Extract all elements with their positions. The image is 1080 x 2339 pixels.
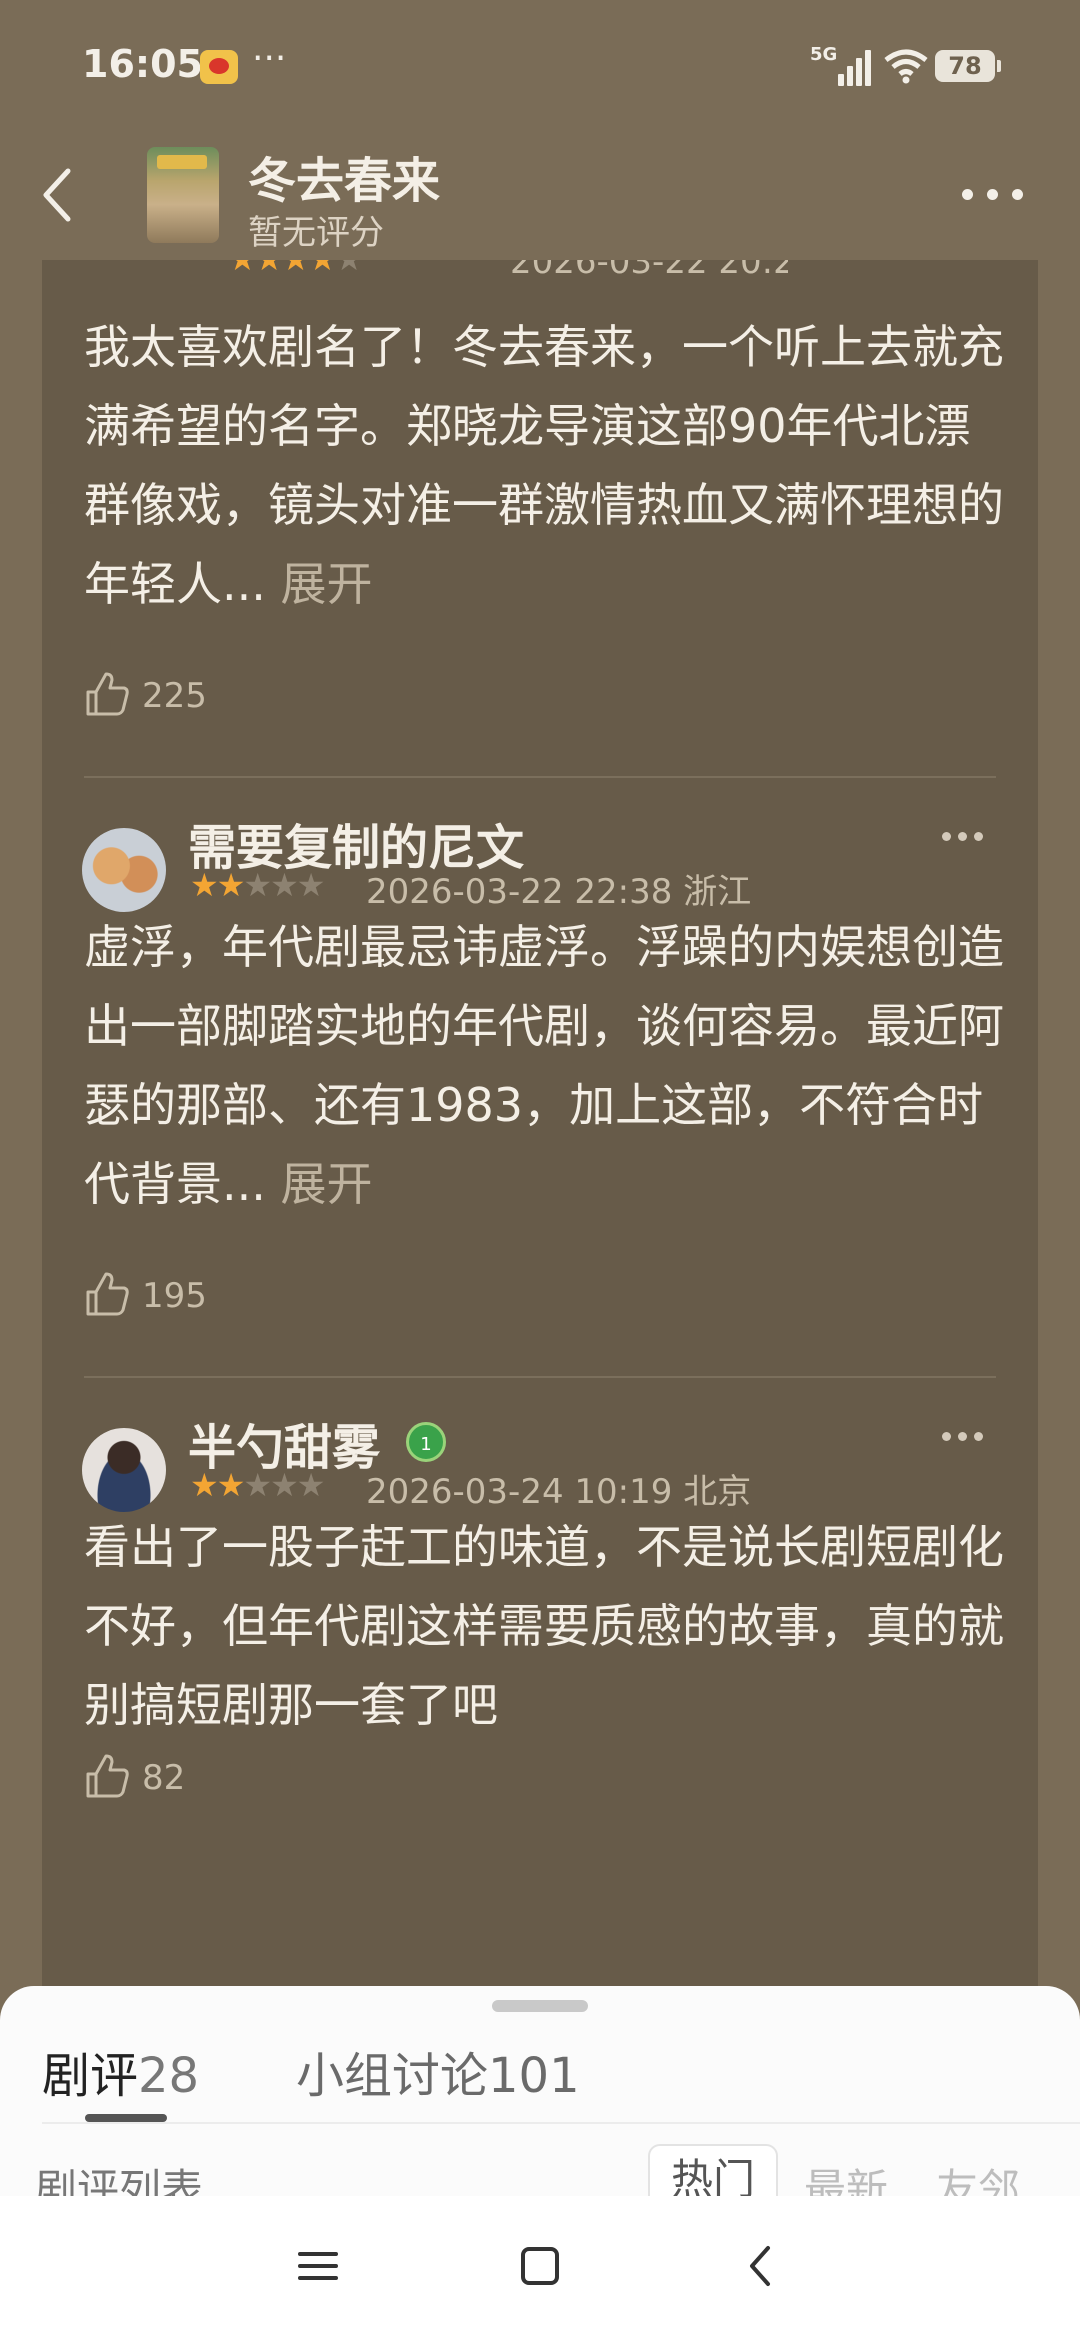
review-list: ★★★★★ 2026-03-22 20:20 广东 我太喜欢剧名了！冬去春来，一… (42, 258, 1038, 1998)
home-icon[interactable] (510, 2236, 570, 2296)
review-meta: 2026-03-24 10:19 北京 (366, 1472, 752, 1512)
menu-icon[interactable] (288, 2236, 348, 2296)
weibo-icon (200, 50, 238, 84)
review-content[interactable]: 我太喜欢剧名了！冬去春来，一个听上去就充满希望的名字。郑晓龙导演这部90年代北漂… (84, 308, 1004, 624)
divider (42, 2122, 1080, 2124)
nav-back-icon[interactable] (732, 2236, 792, 2296)
battery-icon: 78 (935, 50, 1001, 82)
show-rating: 暂无评分 (248, 213, 384, 253)
like-count: 225 (142, 676, 207, 716)
status-bar: 16:05 ··· 5G 78 (0, 0, 1080, 135)
level-badge-icon: 1 (406, 1422, 446, 1462)
bottom-sheet: 剧评28 小组讨论101 剧评列表 热门 最新 友邻 (0, 1986, 1080, 2339)
status-time: 16:05 (82, 42, 203, 86)
like-count: 195 (142, 1276, 207, 1316)
tab-group-discussion[interactable]: 小组讨论101 (296, 2036, 580, 2106)
like-count: 82 (142, 1758, 186, 1798)
like-icon (86, 1272, 129, 1316)
show-title[interactable]: 冬去春来 (248, 141, 440, 211)
expand-link[interactable]: 展开 (281, 557, 373, 611)
show-poster[interactable] (147, 147, 219, 243)
back-icon[interactable] (34, 165, 84, 225)
rating-stars: ★★★★★ (190, 1466, 325, 1504)
avatar[interactable] (82, 1428, 166, 1512)
review-content[interactable]: 虚浮，年代剧最忌讳虚浮。浮躁的内娱想创造出一部脚踏实地的年代剧，谈何容易。最近阿… (84, 908, 1004, 1224)
avatar[interactable] (82, 828, 166, 912)
rating-stars: ★★★★★ (190, 866, 325, 904)
review-meta: 2026-03-22 22:38 浙江 (366, 872, 752, 912)
active-tab-indicator (85, 2114, 167, 2122)
review-content[interactable]: 看出了一股子赶工的味道，不是说长剧短剧化不好，但年代剧这样需要质感的故事，真的就… (84, 1508, 1004, 1745)
review-item: 半勺甜雾 1 ★★★★★ 2026-03-24 10:19 北京 看出了一股子赶… (42, 1378, 1038, 1998)
status-more-icon: ··· (252, 38, 287, 79)
top-header: 冬去春来 暂无评分 (0, 135, 1080, 260)
wifi-icon (884, 49, 928, 84)
review-item: 需要复制的尼文 ★★★★★ 2026-03-22 22:38 浙江 虚浮，年代剧… (42, 778, 1038, 1378)
review-more-icon[interactable] (940, 1426, 990, 1446)
tab-reviews[interactable]: 剧评28 (42, 2036, 199, 2106)
network-label: 5G (810, 44, 838, 65)
like-icon (86, 672, 129, 716)
signal-icon (838, 48, 872, 86)
review-item: 我太喜欢剧名了！冬去春来，一个听上去就充满希望的名字。郑晓龙导演这部90年代北漂… (42, 258, 1038, 778)
sheet-handle[interactable] (492, 2000, 588, 2012)
expand-link[interactable]: 展开 (281, 1157, 373, 1211)
more-icon[interactable] (958, 175, 1028, 211)
system-nav-bar (0, 2196, 1080, 2339)
like-icon (86, 1754, 129, 1798)
review-more-icon[interactable] (940, 826, 990, 846)
